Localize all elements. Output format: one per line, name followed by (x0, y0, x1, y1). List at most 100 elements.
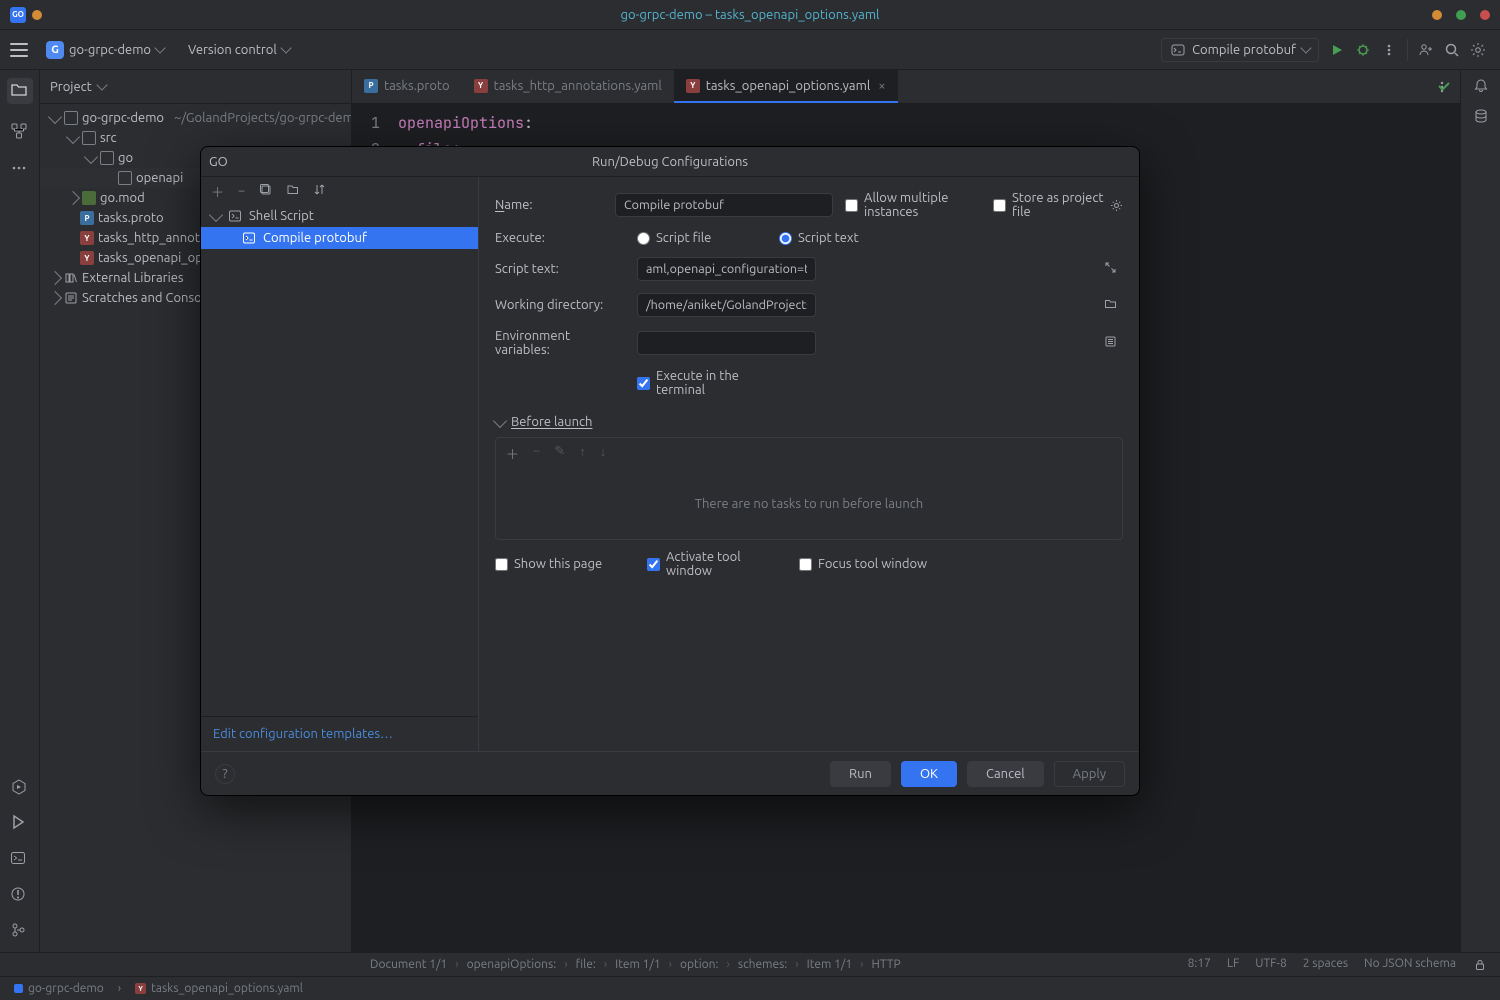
help-button[interactable]: ? (215, 764, 235, 784)
notifications-icon[interactable] (1473, 78, 1489, 94)
editor-tab-active[interactable]: Y tasks_openapi_options.yaml × (674, 70, 898, 103)
gear-icon[interactable] (1110, 197, 1123, 213)
expand-icon[interactable] (1104, 261, 1117, 277)
script-text-label: Script text: (495, 262, 625, 276)
encoding[interactable]: UTF-8 (1255, 957, 1286, 973)
script-text-radio[interactable]: Script text (779, 231, 909, 245)
indent[interactable]: 2 spaces (1303, 957, 1348, 973)
store-as-file-checkbox[interactable]: Store as project file (993, 191, 1123, 219)
project-name: go-grpc-demo (69, 43, 151, 57)
window-close[interactable] (1480, 10, 1490, 20)
up-icon[interactable]: ↑ (579, 444, 586, 463)
checkbox-label: Allow multiple instances (864, 191, 975, 219)
copy-icon[interactable] (259, 183, 272, 199)
more-tools-icon[interactable] (10, 160, 30, 180)
tree-row[interactable]: go-grpc-demo ~/GolandProjects/go-grpc-de… (40, 108, 351, 128)
project-selector[interactable]: G go-grpc-demo (40, 37, 170, 63)
folder-icon (64, 111, 78, 125)
vcs-selector[interactable]: Version control (182, 39, 296, 61)
status-chip-project[interactable]: go-grpc-demo (8, 981, 110, 996)
config-item-selected[interactable]: Compile protobuf (201, 227, 478, 249)
save-template-icon[interactable] (286, 183, 299, 199)
edit-templates-link[interactable]: Edit configuration templates… (213, 727, 393, 741)
script-text-field[interactable] (637, 257, 816, 281)
proto-icon: P (364, 79, 378, 93)
run-button[interactable]: Run (830, 761, 891, 787)
config-group-label: Shell Script (249, 209, 314, 223)
remove-icon[interactable]: − (533, 444, 540, 463)
search-icon[interactable] (1444, 42, 1460, 58)
env-vars-field[interactable] (637, 331, 816, 355)
down-icon[interactable]: ↓ (600, 444, 607, 463)
crumb[interactable]: HTTP (871, 958, 900, 971)
working-directory-field[interactable] (637, 293, 816, 317)
cancel-button[interactable]: Cancel (967, 761, 1044, 787)
crumb[interactable]: openapiOptions: (467, 958, 557, 971)
debug-icon[interactable] (1355, 42, 1371, 58)
env-label: Environment variables: (495, 329, 625, 357)
run-config-selector[interactable]: Compile protobuf (1161, 38, 1319, 62)
lock-icon[interactable] (1472, 957, 1488, 973)
problems-tool-icon[interactable] (10, 886, 30, 906)
run-icon[interactable] (1329, 42, 1345, 58)
vcs-tool-icon[interactable] (10, 922, 30, 942)
more-icon[interactable] (1381, 42, 1397, 58)
settings-icon[interactable] (1470, 42, 1486, 58)
editor-tab[interactable]: P tasks.proto (352, 70, 462, 103)
terminal-tool-icon[interactable] (10, 850, 30, 870)
add-icon[interactable]: ＋ (211, 182, 224, 201)
allow-multiple-checkbox[interactable]: Allow multiple instances (845, 191, 975, 219)
inspection-ok-icon[interactable] (1436, 78, 1452, 94)
structure-tool-icon[interactable] (10, 122, 30, 142)
crumb[interactable]: option: (680, 958, 719, 971)
edit-icon[interactable]: ✎ (554, 444, 565, 463)
config-list-panel: ＋ − Shell Script Compile protobuf Edit c (201, 177, 479, 751)
focus-tool-window-checkbox[interactable]: Focus tool window (799, 557, 929, 571)
crumb[interactable]: schemes: (738, 958, 787, 971)
show-page-checkbox[interactable]: Show this page (495, 557, 625, 571)
code-with-me-icon[interactable] (1418, 42, 1434, 58)
schema[interactable]: No JSON schema (1364, 957, 1456, 973)
tree-label: External Libraries (82, 271, 184, 285)
config-form: Name: Allow multiple instances Store as … (479, 177, 1139, 751)
activate-tool-window-checkbox[interactable]: Activate tool window (647, 550, 777, 578)
browse-folder-icon[interactable] (1104, 297, 1117, 313)
script-file-radio[interactable]: Script file (637, 231, 767, 245)
checkbox-label: Execute in the terminal (656, 369, 767, 397)
config-group[interactable]: Shell Script (201, 205, 478, 227)
status-bar: go-grpc-demo › Y tasks_openapi_options.y… (0, 976, 1500, 1000)
run-tool-icon[interactable] (10, 814, 30, 834)
window-maximize[interactable] (1456, 10, 1466, 20)
execute-in-terminal-checkbox[interactable]: Execute in the terminal (637, 369, 767, 397)
project-tool-icon[interactable] (7, 78, 33, 104)
sort-icon[interactable] (313, 183, 326, 199)
database-icon[interactable] (1473, 108, 1489, 124)
editor-tab[interactable]: Y tasks_http_annotations.yaml (462, 70, 674, 103)
apply-button[interactable]: Apply (1054, 761, 1125, 787)
name-field[interactable] (615, 193, 833, 217)
shell-script-icon (227, 208, 243, 224)
chevron-down-icon[interactable] (96, 79, 107, 90)
main-menu-icon[interactable] (10, 43, 28, 57)
services-tool-icon[interactable] (10, 778, 30, 798)
caret-pos[interactable]: 8:17 (1188, 957, 1211, 973)
add-icon[interactable]: ＋ (506, 444, 519, 463)
terminal-icon (1170, 42, 1186, 58)
crumb[interactable]: Item 1/1 (615, 958, 660, 971)
crumb[interactable]: file: (576, 958, 596, 971)
remove-icon[interactable]: − (238, 184, 245, 198)
crumb[interactable]: Item 1/1 (807, 958, 852, 971)
close-icon[interactable]: × (878, 79, 885, 93)
list-icon[interactable] (1104, 335, 1117, 351)
before-launch-section[interactable]: Before launch (495, 415, 1123, 429)
project-badge: G (46, 41, 64, 59)
main-toolbar: G go-grpc-demo Version control Compile p… (0, 30, 1500, 70)
ok-button[interactable]: OK (901, 761, 957, 787)
crumb[interactable]: Document 1/1 (370, 958, 447, 971)
config-tree[interactable]: Shell Script Compile protobuf (201, 205, 478, 716)
line-ending[interactable]: LF (1227, 957, 1239, 973)
status-chip-file[interactable]: Y tasks_openapi_options.yaml (129, 981, 309, 996)
folder-icon (82, 131, 96, 145)
window-minimize[interactable] (1432, 10, 1442, 20)
tree-row[interactable]: src (40, 128, 351, 148)
